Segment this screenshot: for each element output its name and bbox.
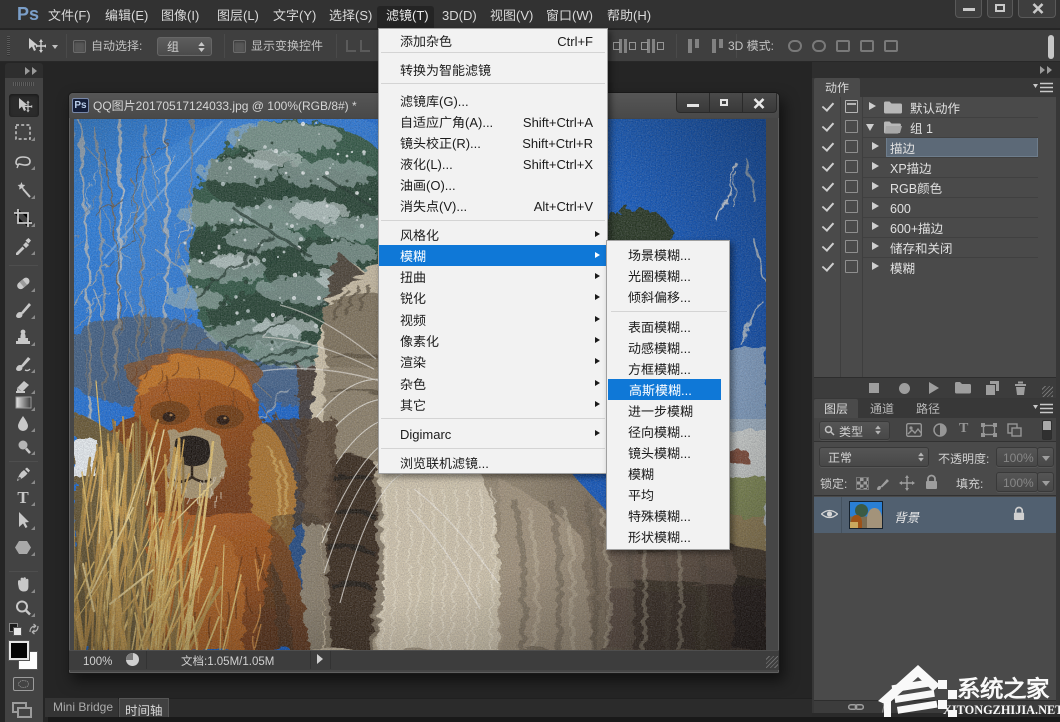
svg-text:系统之家: 系统之家 <box>957 670 1050 704</box>
svg-text:T: T <box>17 488 29 507</box>
svg-text:XITONGZHIJIA.NET: XITONGZHIJIA.NET <box>943 703 1060 717</box>
